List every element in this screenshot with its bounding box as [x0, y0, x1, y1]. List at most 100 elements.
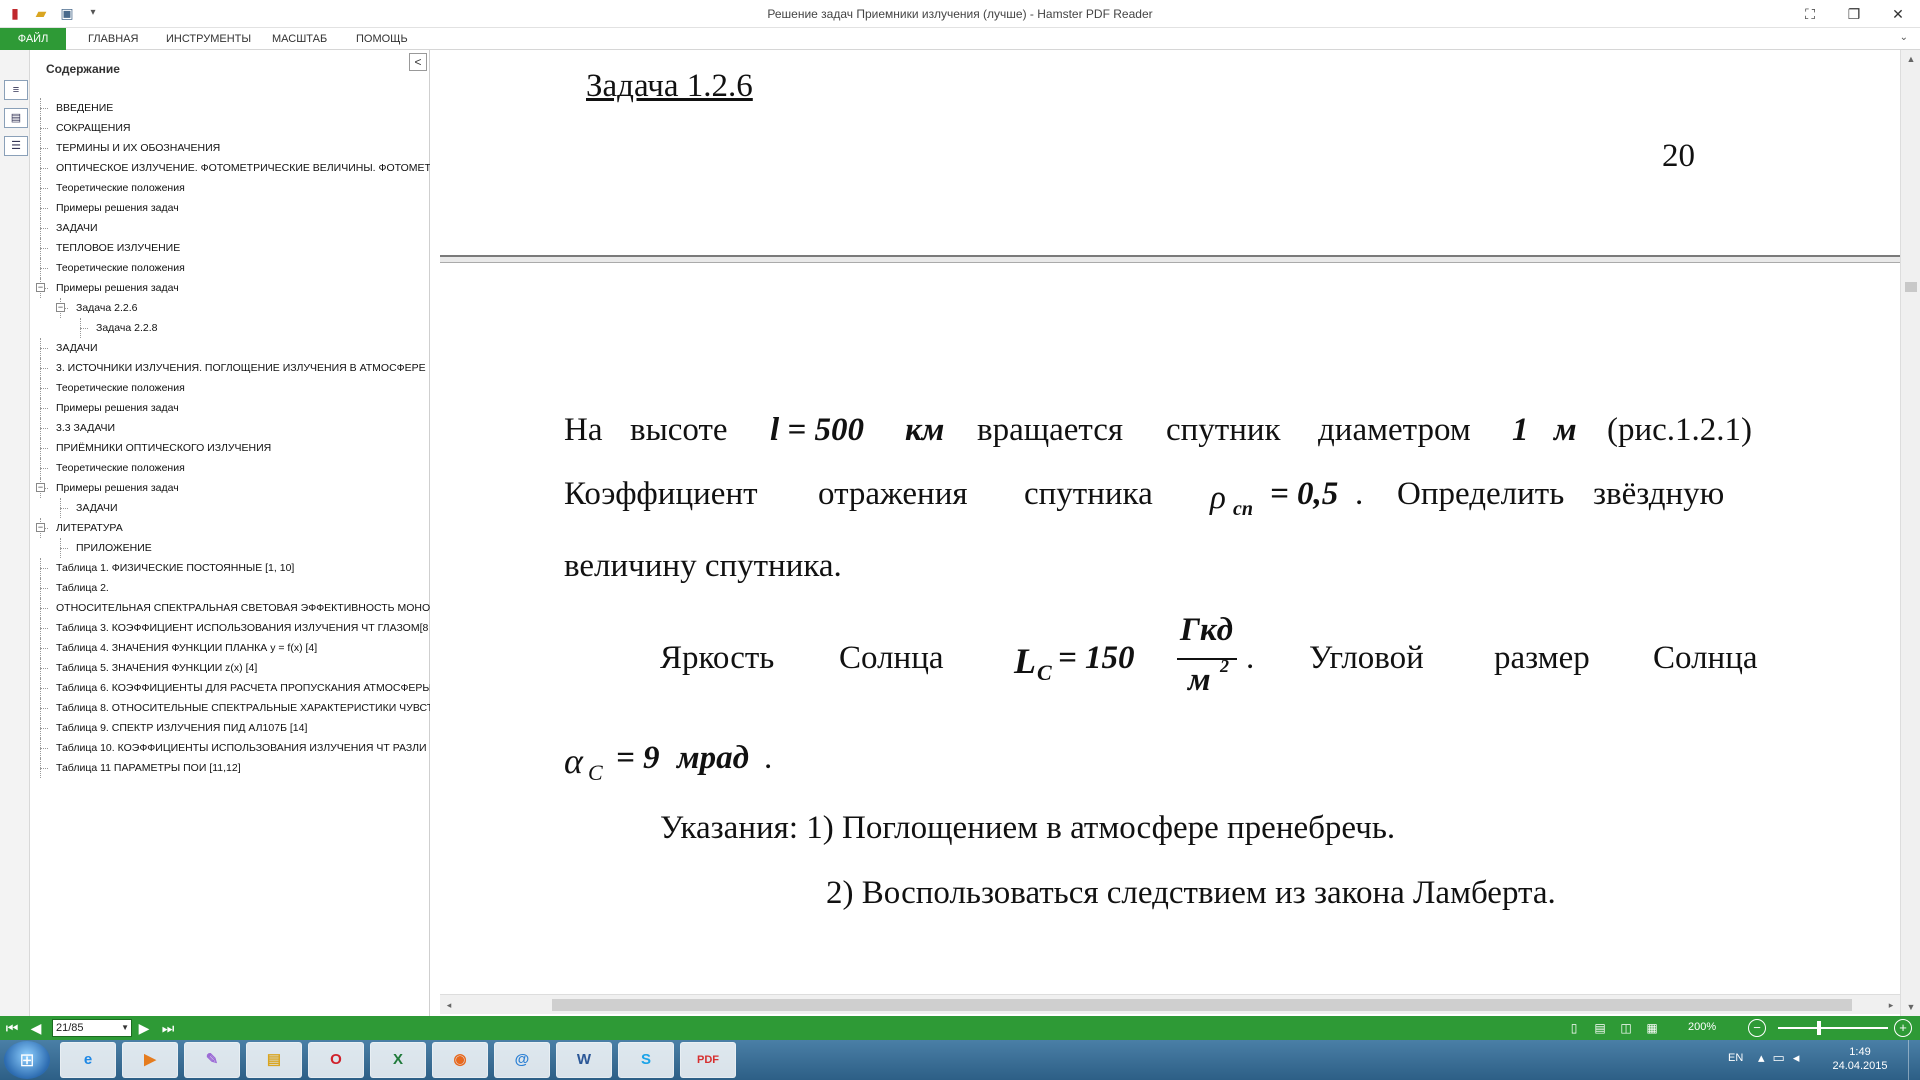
- zoom-out-button[interactable]: −: [1748, 1019, 1766, 1037]
- taskbar-app-skype[interactable]: S: [618, 1042, 674, 1078]
- close-icon[interactable]: ✕: [1876, 0, 1920, 28]
- scroll-right-icon[interactable]: ▸: [1882, 995, 1900, 1015]
- collapse-toggle-icon[interactable]: −: [36, 483, 45, 492]
- language-indicator[interactable]: EN: [1728, 1052, 1743, 1064]
- toc-item[interactable]: Таблица 6. КОЭФФИЦИЕНТЫ ДЛЯ РАСЧЕТА ПРОП…: [30, 678, 430, 698]
- taskbar-app-explorer[interactable]: ▤: [246, 1042, 302, 1078]
- taskbar-app-paint[interactable]: ✎: [184, 1042, 240, 1078]
- toc-item[interactable]: ПРИЛОЖЕНИЕ: [30, 538, 430, 558]
- start-button[interactable]: ⊞: [4, 1041, 50, 1079]
- taskbar-app-excel[interactable]: X: [370, 1042, 426, 1078]
- scroll-thumb[interactable]: [552, 999, 1852, 1011]
- zoom-slider[interactable]: [1778, 1027, 1888, 1029]
- toc-item[interactable]: ТЕПЛОВОЕ ИЗЛУЧЕНИЕ: [30, 238, 430, 258]
- next-page-icon[interactable]: ▶: [134, 1019, 154, 1037]
- restore-icon[interactable]: ❐: [1832, 0, 1876, 28]
- fullscreen-icon[interactable]: ⛶: [1788, 0, 1832, 28]
- taskbar-app-word[interactable]: W: [556, 1042, 612, 1078]
- toc-item[interactable]: Теоретические положения: [30, 258, 430, 278]
- chevron-up-icon[interactable]: ▴: [1758, 1050, 1773, 1065]
- toc-item[interactable]: ОПТИЧЕСКОЕ ИЗЛУЧЕНИЕ. ФОТОМЕТРИЧЕСКИЕ ВЕ…: [30, 158, 430, 178]
- toc-item[interactable]: − Примеры решения задач: [30, 278, 430, 298]
- vertical-scrollbar[interactable]: ▲ ▼: [1900, 50, 1920, 1016]
- two-page-icon[interactable]: ◫: [1618, 1020, 1634, 1036]
- toc-item[interactable]: − Примеры решения задач: [30, 478, 430, 498]
- taskbar-app-media-player[interactable]: ▶: [122, 1042, 178, 1078]
- outline-panel-icon[interactable]: ☰: [4, 136, 28, 156]
- tab-home[interactable]: ГЛАВНАЯ: [76, 28, 150, 50]
- collapse-sidebar-button[interactable]: <: [409, 53, 427, 71]
- toc-item[interactable]: Таблица 11 ПАРАМЕТРЫ ПОИ [11,12]: [30, 758, 430, 778]
- toc-item[interactable]: Таблица 5. ЗНАЧЕНИЯ ФУНКЦИИ z(x) [4]: [30, 658, 430, 678]
- tab-file[interactable]: ФАЙЛ: [0, 28, 66, 50]
- toc-item[interactable]: Таблица 8. ОТНОСИТЕЛЬНЫЕ СПЕКТРАЛЬНЫЕ ХА…: [30, 698, 430, 718]
- single-page-icon[interactable]: ▯: [1566, 1020, 1582, 1036]
- clock[interactable]: 1:49 24.04.2015: [1830, 1045, 1890, 1073]
- toc-item[interactable]: 3. ИСТОЧНИКИ ИЗЛУЧЕНИЯ. ПОГЛОЩЕНИЕ ИЗЛУЧ…: [30, 358, 430, 378]
- toc-item[interactable]: Таблица 3. КОЭФФИЦИЕНТ ИСПОЛЬЗОВАНИЯ ИЗЛ…: [30, 618, 430, 638]
- toc-item[interactable]: Таблица 9. СПЕКТР ИЗЛУЧЕНИЯ ПИД АЛ107Б […: [30, 718, 430, 738]
- toc-item[interactable]: − Задача 2.2.6: [30, 298, 430, 318]
- scroll-thumb[interactable]: [1905, 282, 1917, 292]
- taskbar-app-ie[interactable]: e: [60, 1042, 116, 1078]
- scroll-up-icon[interactable]: ▲: [1901, 50, 1920, 68]
- collapse-toggle-icon[interactable]: −: [36, 283, 45, 292]
- collapse-toggle-icon[interactable]: −: [36, 523, 45, 532]
- zoom-in-button[interactable]: +: [1894, 1019, 1912, 1037]
- toc-item[interactable]: ОТНОСИТЕЛЬНАЯ СПЕКТРАЛЬНАЯ СВЕТОВАЯ ЭФФЕ…: [30, 598, 430, 618]
- text-word: Определить: [1397, 476, 1565, 512]
- thumbnails-panel-icon[interactable]: ▤: [4, 108, 28, 128]
- collapse-toggle-icon[interactable]: −: [56, 303, 65, 312]
- network-icon[interactable]: ▭: [1773, 1050, 1793, 1065]
- panel-switcher: ≡ ▤ ☰: [0, 50, 30, 1016]
- toc-item[interactable]: ТЕРМИНЫ И ИХ ОБОЗНАЧЕНИЯ: [30, 138, 430, 158]
- continuous-icon[interactable]: ▤: [1592, 1020, 1608, 1036]
- scroll-left-icon[interactable]: ◂: [440, 995, 458, 1015]
- toc-title: Содержание: [46, 62, 120, 76]
- tab-tools[interactable]: ИНСТРУМЕНТЫ: [154, 28, 263, 50]
- toc-item[interactable]: Теоретические положения: [30, 378, 430, 398]
- toc-item[interactable]: − ЛИТЕРАТУРА: [30, 518, 430, 538]
- page-number-field[interactable]: 21/85 ▼: [52, 1019, 132, 1037]
- zoom-slider-thumb[interactable]: [1816, 1021, 1821, 1035]
- toc-item[interactable]: ПРИЁМНИКИ ОПТИЧЕСКОГО ИЗЛУЧЕНИЯ: [30, 438, 430, 458]
- toc-item[interactable]: Таблица 4. ЗНАЧЕНИЯ ФУНКЦИИ ПЛАНКА y = f…: [30, 638, 430, 658]
- scroll-down-icon[interactable]: ▼: [1901, 998, 1920, 1016]
- toc-item[interactable]: Задача 2.2.8: [30, 318, 430, 338]
- chevron-down-icon[interactable]: ▼: [121, 1020, 129, 1036]
- two-page-continuous-icon[interactable]: ▦: [1644, 1020, 1660, 1036]
- tab-zoom[interactable]: МАСШТАБ: [260, 28, 339, 50]
- last-page-icon[interactable]: ⏭: [158, 1019, 178, 1037]
- toc-item[interactable]: Теоретические положения: [30, 178, 430, 198]
- prev-page-icon[interactable]: ◀: [26, 1019, 46, 1037]
- toc-item[interactable]: Таблица 10. КОЭФФИЦИЕНТЫ ИСПОЛЬЗОВАНИЯ И…: [30, 738, 430, 758]
- toc-item[interactable]: ВВЕДЕНИЕ: [30, 98, 430, 118]
- tray-icons: ▴▭◂: [1758, 1050, 1807, 1066]
- toc-item[interactable]: ЗАДАЧИ: [30, 218, 430, 238]
- toc-item[interactable]: ЗАДАЧИ: [30, 498, 430, 518]
- taskbar-app-opera[interactable]: O: [308, 1042, 364, 1078]
- tab-help[interactable]: ПОМОЩЬ: [344, 28, 420, 50]
- volume-icon[interactable]: ◂: [1793, 1050, 1808, 1065]
- first-page-icon[interactable]: ⏮: [2, 1019, 22, 1037]
- toc-item[interactable]: ЗАДАЧИ: [30, 338, 430, 358]
- toc-item[interactable]: 3.3 ЗАДАЧИ: [30, 418, 430, 438]
- toc-item[interactable]: Теоретические положения: [30, 458, 430, 478]
- text-word: размер: [1494, 640, 1590, 676]
- bookmarks-panel-icon[interactable]: ≡: [4, 80, 28, 100]
- taskbar-app-firefox[interactable]: ◉: [432, 1042, 488, 1078]
- document-view[interactable]: Задача 1.2.6 20 На высоте l = 500 км вра…: [440, 50, 1900, 1000]
- ribbon-expand-icon[interactable]: ⌄: [1900, 32, 1908, 43]
- taskbar-app-mail[interactable]: @: [494, 1042, 550, 1078]
- pdf-reader-icon: PDF: [697, 1054, 719, 1066]
- instruction-2: 2) Воспользоваться следствием из закона …: [826, 875, 1556, 911]
- toc-item[interactable]: Таблица 1. ФИЗИЧЕСКИЕ ПОСТОЯННЫЕ [1, 10]: [30, 558, 430, 578]
- show-desktop-button[interactable]: [1908, 1040, 1920, 1080]
- horizontal-scrollbar[interactable]: ◂ ▸: [440, 994, 1900, 1014]
- toc-item[interactable]: Примеры решения задач: [30, 398, 430, 418]
- toc-item[interactable]: Таблица 2.: [30, 578, 430, 598]
- taskbar-app-pdf-reader[interactable]: PDF: [680, 1042, 736, 1078]
- toc-item[interactable]: Примеры решения задач: [30, 198, 430, 218]
- zoom-level[interactable]: 200%: [1688, 1021, 1716, 1033]
- toc-item[interactable]: СОКРАЩЕНИЯ: [30, 118, 430, 138]
